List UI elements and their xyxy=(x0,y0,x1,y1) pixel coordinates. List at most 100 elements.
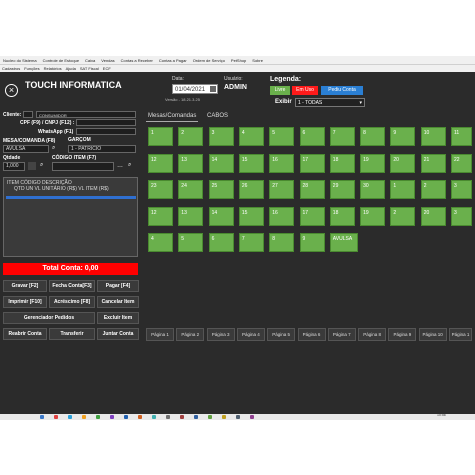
date-field[interactable]: 01/04/2021 xyxy=(172,84,218,94)
taskbar-app-icon[interactable] xyxy=(236,415,240,419)
mesa-field[interactable]: AVULSA xyxy=(3,145,49,153)
cliente-name-field[interactable]: CONSUMIDOR xyxy=(36,111,136,118)
table-cell[interactable]: AVULSA xyxy=(329,233,358,252)
menu-item[interactable]: Contas a Pagar xyxy=(159,58,187,63)
table-cell[interactable]: 21 xyxy=(420,153,446,173)
page-button[interactable]: Página 4 xyxy=(236,328,265,341)
table-cell[interactable]: 17 xyxy=(299,153,325,173)
page-button[interactable]: Página 8 xyxy=(358,328,387,341)
table-cell[interactable]: 1 xyxy=(390,180,416,199)
menu-item[interactable]: Contas a Receber xyxy=(121,58,153,63)
table-cell[interactable]: 2 xyxy=(390,206,416,226)
cpf-field[interactable] xyxy=(76,119,136,126)
table-cell[interactable]: 19 xyxy=(360,206,386,226)
table-cell[interactable]: 2 xyxy=(178,127,204,146)
gerenciador-pedidos-button[interactable]: Gerenciador Pedidos xyxy=(3,312,95,324)
table-cell[interactable]: 18 xyxy=(329,153,355,173)
taskbar-app-icon[interactable] xyxy=(194,415,198,419)
page-button[interactable]: Página 1 xyxy=(146,328,174,341)
taskbar-app-icon[interactable] xyxy=(138,415,142,419)
table-cell[interactable]: 19 xyxy=(360,153,386,173)
table-cell[interactable]: 29 xyxy=(329,180,355,199)
table-cell[interactable]: 4 xyxy=(238,127,264,146)
table-cell[interactable]: 20 xyxy=(420,206,446,226)
acrescimo-button[interactable]: Acréscimo [F8] xyxy=(49,296,95,308)
gravar-button[interactable]: Gravar [F2] xyxy=(3,280,47,292)
page-button[interactable]: Página 9 xyxy=(388,328,417,341)
calendar-icon[interactable] xyxy=(210,86,216,92)
table-cell[interactable]: 1 xyxy=(148,127,173,146)
table-cell[interactable]: 14 xyxy=(208,153,234,173)
taskbar-app-icon[interactable] xyxy=(54,415,58,419)
table-cell[interactable]: 17 xyxy=(299,206,325,226)
table-cell[interactable]: 3 xyxy=(451,206,472,226)
search-icon[interactable]: ⌕ xyxy=(40,162,43,169)
selected-row[interactable] xyxy=(6,196,136,199)
tab-cabos[interactable]: CABOS xyxy=(205,112,230,121)
taskbar-app-icon[interactable] xyxy=(250,415,254,419)
search-icon[interactable]: ⌕ xyxy=(52,145,59,152)
menu-item[interactable]: Controle de Estoque xyxy=(43,58,79,63)
juntar-conta-button[interactable]: Juntar Conta xyxy=(97,328,139,340)
table-cell[interactable]: 9 xyxy=(299,233,325,252)
table-cell[interactable]: 28 xyxy=(299,180,325,199)
taskbar-app-icon[interactable] xyxy=(40,415,44,419)
excluir-item-button[interactable]: Excluir Item xyxy=(97,312,139,324)
menu-item[interactable]: PetShop xyxy=(231,58,246,63)
page-button[interactable]: Página 5 xyxy=(267,328,296,341)
taskbar-app-icon[interactable] xyxy=(68,415,72,419)
taskbar-app-icon[interactable] xyxy=(124,415,128,419)
table-cell[interactable]: 16 xyxy=(269,206,295,226)
table-cell[interactable]: 22 xyxy=(451,153,472,173)
taskbar-app-icon[interactable] xyxy=(82,415,86,419)
page-button[interactable]: Página 2 xyxy=(176,328,205,341)
table-cell[interactable]: 16 xyxy=(269,153,295,173)
transferir-button[interactable]: Transferir xyxy=(49,328,95,340)
codigo-item-field[interactable] xyxy=(52,162,114,171)
taskbar-app-icon[interactable] xyxy=(208,415,212,419)
table-cell[interactable]: 27 xyxy=(269,180,295,199)
table-cell[interactable]: 3 xyxy=(208,127,234,146)
table-cell[interactable]: 8 xyxy=(269,233,295,252)
taskbar-app-icon[interactable] xyxy=(152,415,156,419)
table-cell[interactable]: 4 xyxy=(148,233,173,252)
table-cell[interactable]: 5 xyxy=(178,233,204,252)
toolbar-item[interactable]: Cadastros xyxy=(2,66,20,71)
table-cell[interactable]: 25 xyxy=(208,180,234,199)
menu-item[interactable]: Caixa xyxy=(85,58,95,63)
garcom-select[interactable]: 1 - PATRICIO xyxy=(68,145,136,153)
table-cell[interactable]: 12 xyxy=(148,206,173,226)
toolbar-item[interactable]: SAT Fiscal xyxy=(80,66,99,71)
taskbar-app-icon[interactable] xyxy=(222,415,226,419)
table-cell[interactable]: 13 xyxy=(178,153,204,173)
table-cell[interactable]: 7 xyxy=(329,127,355,146)
table-cell[interactable]: 6 xyxy=(208,233,234,252)
toolbar-item[interactable]: ECF xyxy=(103,66,111,71)
taskbar-app-icon[interactable] xyxy=(166,415,170,419)
fecha-conta-button[interactable]: Fecha Conta[F3] xyxy=(49,280,95,292)
cliente-code-field[interactable] xyxy=(23,111,33,118)
taskbar-app-icon[interactable] xyxy=(96,415,100,419)
menu-item[interactable]: Nucleo do Sistema xyxy=(3,58,37,63)
tab-mesas-comandas[interactable]: Mesas/Comandas xyxy=(146,112,199,122)
menu-item[interactable]: Ordem de Serviço xyxy=(193,58,225,63)
reabrir-conta-button[interactable]: Reabrir Conta xyxy=(3,328,47,340)
menu-item[interactable]: Vendas xyxy=(101,58,114,63)
taskbar-app-icon[interactable] xyxy=(180,415,184,419)
edit-icon[interactable] xyxy=(28,162,36,170)
menu-item[interactable]: Sobre xyxy=(252,58,263,63)
close-icon[interactable]: × xyxy=(5,84,18,97)
table-cell[interactable]: 15 xyxy=(238,153,264,173)
page-button[interactable]: Página 10 xyxy=(418,328,447,341)
toolbar-item[interactable]: Funções xyxy=(24,66,39,71)
page-button[interactable]: Página 7 xyxy=(327,328,356,341)
table-cell[interactable]: 11 xyxy=(451,127,472,146)
imprimir-button[interactable]: Imprimir [F10] xyxy=(3,296,47,308)
qtd-field[interactable]: 1,000 xyxy=(3,162,25,171)
table-cell[interactable]: 7 xyxy=(238,233,264,252)
pagar-button[interactable]: Pagar [F4] xyxy=(97,280,139,292)
table-cell[interactable]: 26 xyxy=(238,180,264,199)
page-button[interactable]: Página 3 xyxy=(206,328,235,341)
exibir-select[interactable]: 1 - TODAS ▾ xyxy=(295,98,365,107)
table-cell[interactable]: 23 xyxy=(148,180,173,199)
